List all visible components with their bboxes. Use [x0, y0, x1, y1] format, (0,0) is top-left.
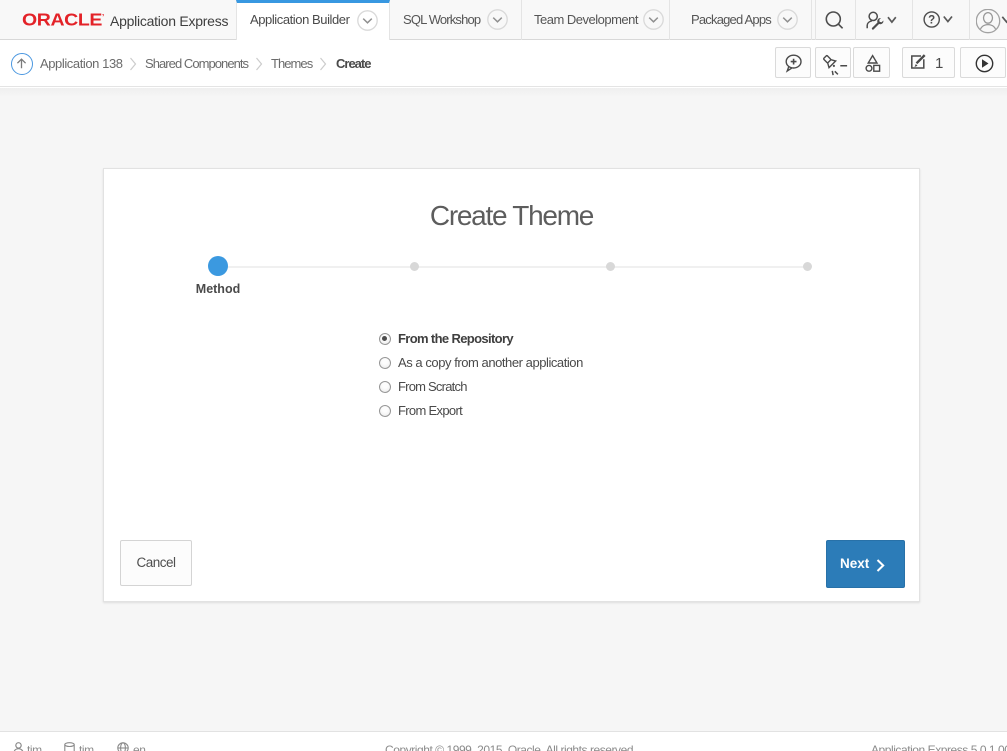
svg-text:?: ?: [928, 15, 935, 27]
